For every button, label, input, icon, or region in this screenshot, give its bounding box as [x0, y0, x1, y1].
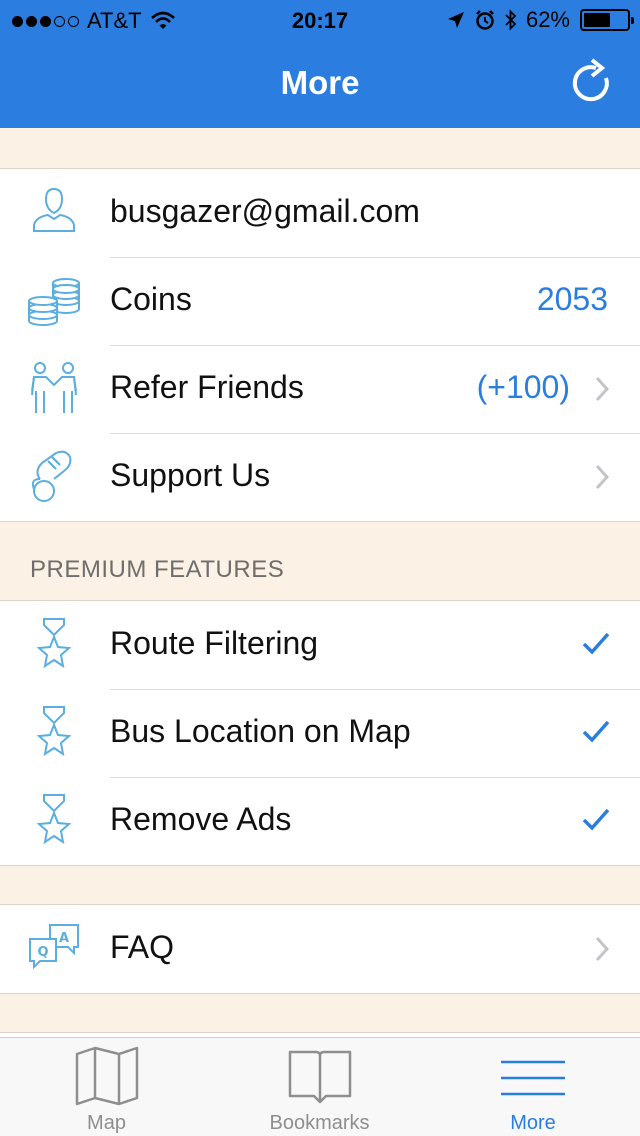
tab-map-label: Map — [87, 1112, 126, 1134]
account-section: busgazer@gmail.com Coins 2053 Refer Frie… — [0, 168, 640, 522]
faq-icon: A Q — [29, 924, 79, 970]
help-section: A Q FAQ — [0, 904, 640, 994]
account-email-row[interactable]: busgazer@gmail.com — [0, 169, 640, 257]
premium-features-section: Route Filtering Bus Location on Map Remo… — [0, 600, 640, 866]
refresh-icon[interactable] — [568, 58, 612, 106]
location-arrow-icon — [447, 12, 464, 28]
remove-ads-row[interactable]: Remove Ads — [0, 777, 640, 865]
tab-bookmarks-label: Bookmarks — [269, 1112, 370, 1134]
coins-row[interactable]: Coins 2053 — [0, 257, 640, 345]
tab-bookmarks[interactable]: Bookmarks — [213, 1038, 426, 1136]
svg-text:Q: Q — [37, 945, 48, 960]
faq-label: FAQ — [110, 929, 175, 965]
route-filtering-label: Route Filtering — [110, 625, 319, 661]
checkmark-icon — [582, 632, 610, 655]
coins-label: Coins — [110, 281, 192, 317]
checkmark-icon — [582, 808, 610, 831]
premium-features-header: PREMIUM FEATURES — [30, 556, 285, 583]
medal-icon — [36, 618, 72, 669]
battery-icon — [580, 9, 634, 31]
user-icon — [33, 187, 75, 232]
checkmark-icon — [582, 720, 610, 743]
remove-ads-label: Remove Ads — [110, 801, 292, 837]
chevron-right-icon — [595, 936, 610, 962]
medal-icon — [36, 794, 72, 845]
page-title: More — [280, 64, 360, 101]
navigation-bar: More — [0, 40, 640, 128]
refer-friends-row[interactable]: Refer Friends (+100) — [0, 345, 640, 433]
tab-bar: Map Bookmarks More — [0, 1037, 640, 1136]
route-filtering-row[interactable]: Route Filtering — [0, 601, 640, 689]
account-email: busgazer@gmail.com — [110, 193, 420, 229]
coins-icon — [28, 278, 80, 326]
chevron-right-icon — [595, 464, 610, 490]
menu-icon — [501, 1060, 565, 1096]
battery-percent: 62% — [525, 7, 570, 32]
support-us-label: Support Us — [110, 457, 271, 493]
svg-text:A: A — [59, 931, 69, 946]
faq-row[interactable]: A Q FAQ — [0, 905, 640, 993]
bluetooth-icon — [505, 9, 517, 31]
tab-more-label: More — [510, 1112, 556, 1134]
status-bar: AT&T 20:17 62% — [0, 0, 640, 40]
map-icon — [75, 1046, 138, 1106]
medal-icon — [36, 706, 72, 757]
chevron-right-icon — [595, 376, 610, 402]
tab-map[interactable]: Map — [0, 1038, 213, 1136]
refer-friends-label: Refer Friends — [110, 369, 304, 405]
coins-count: 2053 — [536, 281, 608, 317]
bus-location-label: Bus Location on Map — [110, 713, 411, 749]
bus-location-row[interactable]: Bus Location on Map — [0, 689, 640, 777]
support-us-row[interactable]: Support Us — [0, 433, 640, 521]
friends-icon — [31, 362, 77, 413]
tab-more[interactable]: More — [426, 1038, 640, 1136]
alarm-icon — [476, 10, 494, 30]
support-hand-icon — [31, 450, 72, 502]
book-icon — [288, 1050, 351, 1104]
refer-friends-bonus: (+100) — [476, 369, 570, 405]
